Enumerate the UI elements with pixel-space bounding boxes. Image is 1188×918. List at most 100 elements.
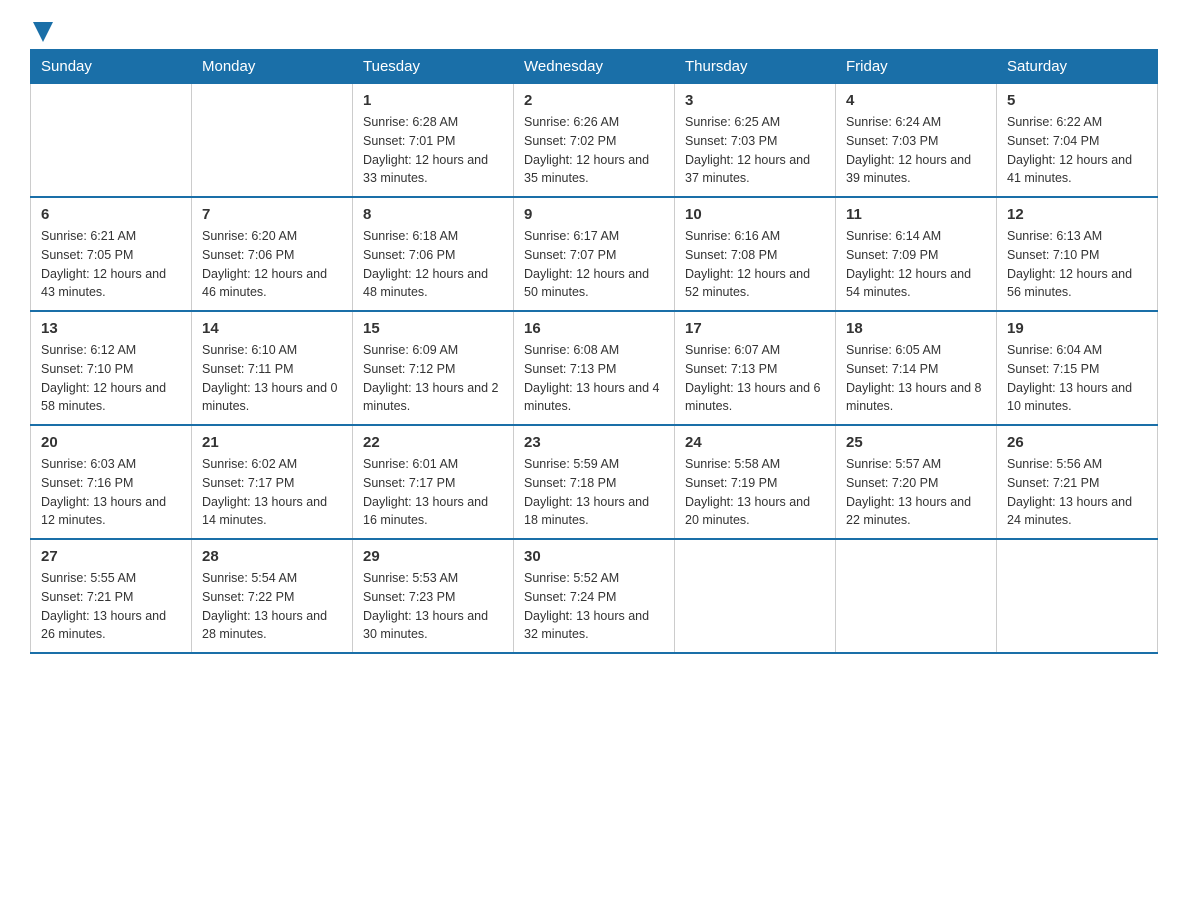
sunrise-text: Sunrise: 6:01 AM xyxy=(363,457,458,471)
daylight-text: Daylight: 12 hours and 48 minutes. xyxy=(363,267,488,300)
calendar-header-friday: Friday xyxy=(836,50,997,84)
calendar-table: SundayMondayTuesdayWednesdayThursdayFrid… xyxy=(30,49,1158,654)
sunset-text: Sunset: 7:10 PM xyxy=(1007,248,1099,262)
daylight-text: Daylight: 12 hours and 33 minutes. xyxy=(363,153,488,186)
calendar-cell: 19Sunrise: 6:04 AMSunset: 7:15 PMDayligh… xyxy=(997,311,1158,425)
day-number: 14 xyxy=(202,320,342,337)
daylight-text: Daylight: 13 hours and 16 minutes. xyxy=(363,495,488,528)
sunset-text: Sunset: 7:13 PM xyxy=(685,362,777,376)
daylight-text: Daylight: 12 hours and 54 minutes. xyxy=(846,267,971,300)
day-number: 10 xyxy=(685,206,825,223)
calendar-cell: 8Sunrise: 6:18 AMSunset: 7:06 PMDaylight… xyxy=(353,197,514,311)
week-row-4: 20Sunrise: 6:03 AMSunset: 7:16 PMDayligh… xyxy=(31,425,1158,539)
calendar-cell: 4 Sunrise: 6:24 AMSunset: 7:03 PMDaylight… xyxy=(836,84,997,198)
day-info: Sunrise: 6:24 AMSunset: 7:03 PMDaylight:… xyxy=(846,113,986,188)
daylight-text: Daylight: 13 hours and 2 minutes. xyxy=(363,381,499,414)
sunset-text: Sunset: 7:15 PM xyxy=(1007,362,1099,376)
day-info: Sunrise: 6:07 AMSunset: 7:13 PMDaylight:… xyxy=(685,341,825,416)
calendar-cell: 7Sunrise: 6:20 AMSunset: 7:06 PMDaylight… xyxy=(192,197,353,311)
calendar-cell: 30Sunrise: 5:52 AMSunset: 7:24 PMDayligh… xyxy=(514,539,675,653)
calendar-cell: 22 Sunrise: 6:01 AMSunset: 7:17 PMDayligh… xyxy=(353,425,514,539)
day-info: Sunrise: 5:53 AMSunset: 7:23 PMDaylight:… xyxy=(363,569,503,644)
sunrise-text: Sunrise: 6:25 AM xyxy=(685,115,780,129)
day-info: Sunrise: 5:56 AMSunset: 7:21 PMDaylight:… xyxy=(1007,455,1147,530)
sunset-text: Sunset: 7:06 PM xyxy=(363,248,455,262)
day-number: 15 xyxy=(363,320,503,337)
calendar-cell: 16Sunrise: 6:08 AMSunset: 7:13 PMDayligh… xyxy=(514,311,675,425)
calendar-cell: 17Sunrise: 6:07 AMSunset: 7:13 PMDayligh… xyxy=(675,311,836,425)
calendar-header-row: SundayMondayTuesdayWednesdayThursdayFrid… xyxy=(31,50,1158,84)
daylight-text: Daylight: 13 hours and 24 minutes. xyxy=(1007,495,1132,528)
day-info: Sunrise: 6:10 AMSunset: 7:11 PMDaylight:… xyxy=(202,341,342,416)
sunset-text: Sunset: 7:19 PM xyxy=(685,476,777,490)
daylight-text: Daylight: 13 hours and 6 minutes. xyxy=(685,381,821,414)
sunset-text: Sunset: 7:08 PM xyxy=(685,248,777,262)
day-number: 22 xyxy=(363,434,503,451)
day-info: Sunrise: 5:54 AMSunset: 7:22 PMDaylight:… xyxy=(202,569,342,644)
daylight-text: Daylight: 13 hours and 28 minutes. xyxy=(202,609,327,642)
sunset-text: Sunset: 7:20 PM xyxy=(846,476,938,490)
sunset-text: Sunset: 7:03 PM xyxy=(685,134,777,148)
calendar-cell: 11 Sunrise: 6:14 AMSunset: 7:09 PMDayligh… xyxy=(836,197,997,311)
day-number: 24 xyxy=(685,434,825,451)
sunset-text: Sunset: 7:21 PM xyxy=(41,590,133,604)
sunset-text: Sunset: 7:03 PM xyxy=(846,134,938,148)
sunset-text: Sunset: 7:12 PM xyxy=(363,362,455,376)
day-info: Sunrise: 6:02 AMSunset: 7:17 PMDaylight:… xyxy=(202,455,342,530)
sunrise-text: Sunrise: 6:17 AM xyxy=(524,229,619,243)
calendar-header-sunday: Sunday xyxy=(31,50,192,84)
day-info: Sunrise: 5:57 AMSunset: 7:20 PMDaylight:… xyxy=(846,455,986,530)
day-info: Sunrise: 5:59 AMSunset: 7:18 PMDaylight:… xyxy=(524,455,664,530)
week-row-2: 6Sunrise: 6:21 AMSunset: 7:05 PMDaylight… xyxy=(31,197,1158,311)
daylight-text: Daylight: 13 hours and 14 minutes. xyxy=(202,495,327,528)
sunset-text: Sunset: 7:24 PM xyxy=(524,590,616,604)
sunrise-text: Sunrise: 5:52 AM xyxy=(524,571,619,585)
sunset-text: Sunset: 7:14 PM xyxy=(846,362,938,376)
sunset-text: Sunset: 7:01 PM xyxy=(363,134,455,148)
day-info: Sunrise: 6:14 AMSunset: 7:09 PMDaylight:… xyxy=(846,227,986,302)
day-number: 4 xyxy=(846,92,986,109)
calendar-cell: 3Sunrise: 6:25 AMSunset: 7:03 PMDaylight… xyxy=(675,84,836,198)
calendar-cell: 2Sunrise: 6:26 AMSunset: 7:02 PMDaylight… xyxy=(514,84,675,198)
daylight-text: Daylight: 12 hours and 35 minutes. xyxy=(524,153,649,186)
calendar-cell: 26Sunrise: 5:56 AMSunset: 7:21 PMDayligh… xyxy=(997,425,1158,539)
calendar-cell xyxy=(31,84,192,198)
day-number: 7 xyxy=(202,206,342,223)
daylight-text: Daylight: 13 hours and 18 minutes. xyxy=(524,495,649,528)
day-number: 1 xyxy=(363,92,503,109)
sunset-text: Sunset: 7:16 PM xyxy=(41,476,133,490)
day-info: Sunrise: 6:22 AMSunset: 7:04 PMDaylight:… xyxy=(1007,113,1147,188)
sunrise-text: Sunrise: 6:22 AM xyxy=(1007,115,1102,129)
calendar-cell: 12Sunrise: 6:13 AMSunset: 7:10 PMDayligh… xyxy=(997,197,1158,311)
sunset-text: Sunset: 7:17 PM xyxy=(202,476,294,490)
week-row-3: 13Sunrise: 6:12 AMSunset: 7:10 PMDayligh… xyxy=(31,311,1158,425)
calendar-header-thursday: Thursday xyxy=(675,50,836,84)
calendar-header-wednesday: Wednesday xyxy=(514,50,675,84)
calendar-cell: 25Sunrise: 5:57 AMSunset: 7:20 PMDayligh… xyxy=(836,425,997,539)
calendar-header-monday: Monday xyxy=(192,50,353,84)
day-info: Sunrise: 6:12 AMSunset: 7:10 PMDaylight:… xyxy=(41,341,181,416)
daylight-text: Daylight: 13 hours and 30 minutes. xyxy=(363,609,488,642)
sunrise-text: Sunrise: 6:10 AM xyxy=(202,343,297,357)
sunset-text: Sunset: 7:13 PM xyxy=(524,362,616,376)
sunrise-text: Sunrise: 5:53 AM xyxy=(363,571,458,585)
calendar-cell: 15Sunrise: 6:09 AMSunset: 7:12 PMDayligh… xyxy=(353,311,514,425)
sunset-text: Sunset: 7:04 PM xyxy=(1007,134,1099,148)
day-number: 5 xyxy=(1007,92,1147,109)
calendar-cell xyxy=(192,84,353,198)
sunrise-text: Sunrise: 6:12 AM xyxy=(41,343,136,357)
sunrise-text: Sunrise: 6:28 AM xyxy=(363,115,458,129)
sunset-text: Sunset: 7:07 PM xyxy=(524,248,616,262)
day-number: 11 xyxy=(846,206,986,223)
day-info: Sunrise: 6:13 AMSunset: 7:10 PMDaylight:… xyxy=(1007,227,1147,302)
sunrise-text: Sunrise: 6:16 AM xyxy=(685,229,780,243)
sunrise-text: Sunrise: 5:57 AM xyxy=(846,457,941,471)
calendar-cell: 27Sunrise: 5:55 AMSunset: 7:21 PMDayligh… xyxy=(31,539,192,653)
calendar-cell: 29Sunrise: 5:53 AMSunset: 7:23 PMDayligh… xyxy=(353,539,514,653)
day-info: Sunrise: 6:18 AMSunset: 7:06 PMDaylight:… xyxy=(363,227,503,302)
sunrise-text: Sunrise: 6:08 AM xyxy=(524,343,619,357)
calendar-cell: 14 Sunrise: 6:10 AMSunset: 7:11 PMDayligh… xyxy=(192,311,353,425)
day-info: Sunrise: 6:01 AMSunset: 7:17 PMDaylight:… xyxy=(363,455,503,530)
day-number: 28 xyxy=(202,548,342,565)
daylight-text: Daylight: 12 hours and 43 minutes. xyxy=(41,267,166,300)
